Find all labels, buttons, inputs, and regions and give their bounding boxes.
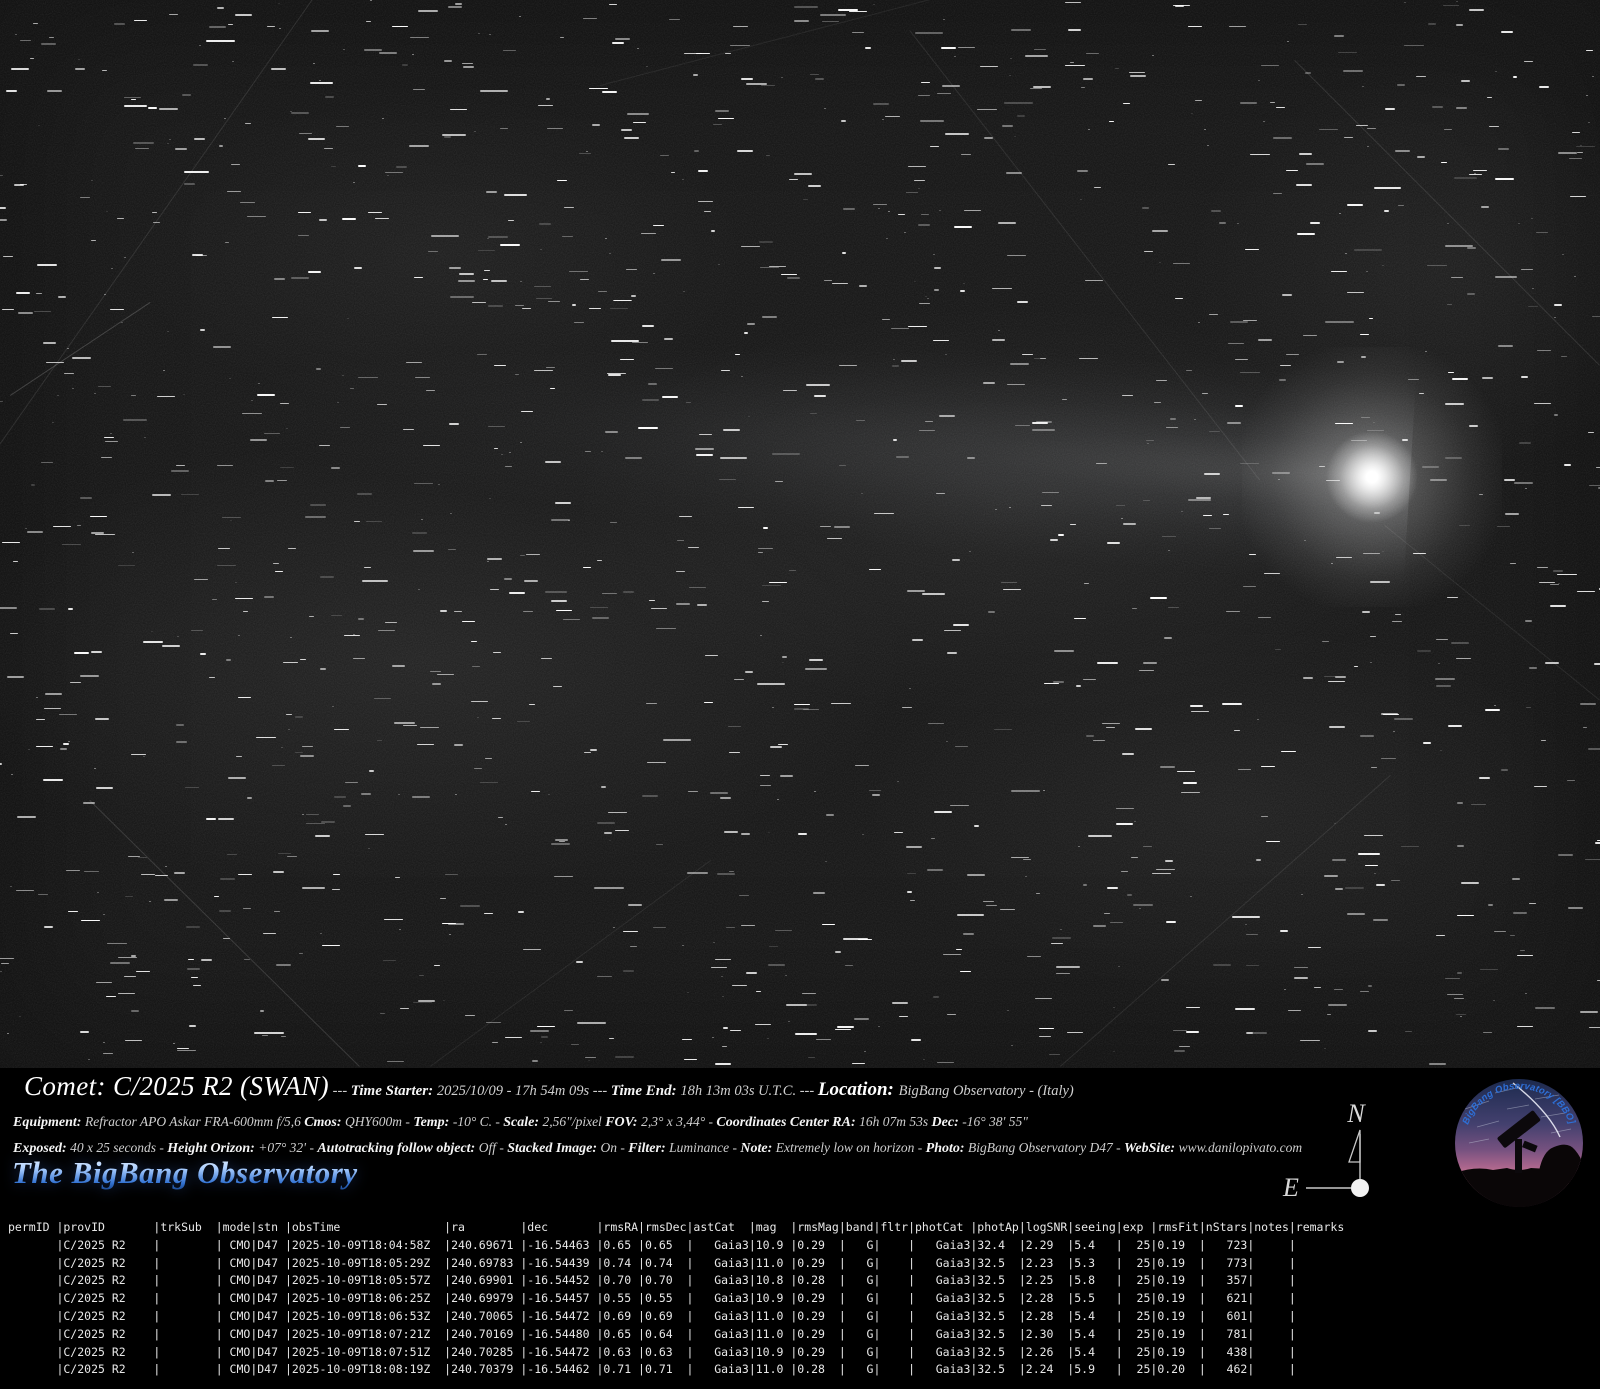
- caption-segment: +07° 32' -: [258, 1140, 317, 1155]
- table-row: |C/2025 R2 | | CMO|D47 |2025-10-09T18:07…: [8, 1344, 1344, 1362]
- caption-segment: Photo:: [926, 1141, 968, 1156]
- caption-segment: Comet: C/2025 R2 (SWAN): [24, 1071, 329, 1101]
- caption-segment: Refractor APO Askar FRA-600mm f/5,6: [85, 1114, 304, 1129]
- caption-segment: 2,56"/pixel: [543, 1114, 606, 1129]
- caption-segment: -10° C. -: [453, 1114, 503, 1129]
- caption-segment: 2025/10/09 - 17h 54m 09s: [437, 1083, 593, 1099]
- caption-segment: 2,3° x 3,44° -: [641, 1114, 716, 1129]
- table-row: |C/2025 R2 | | CMO|D47 |2025-10-09T18:05…: [8, 1272, 1344, 1290]
- caption-line-equipment: Equipment: Refractor APO Askar FRA-600mm…: [13, 1110, 1028, 1134]
- caption-segment: Off -: [479, 1140, 508, 1155]
- caption-segment: BigBang Observatory - (Italy): [899, 1083, 1074, 1099]
- caption-segment: Temp:: [413, 1115, 453, 1130]
- compass-east-label: E: [1282, 1173, 1299, 1202]
- caption-segment: 40 x 25 seconds -: [70, 1140, 167, 1155]
- caption-segment: ---: [593, 1083, 611, 1099]
- caption-segment: Stacked Image:: [507, 1141, 600, 1156]
- compass-rose: N E: [1250, 1088, 1390, 1206]
- caption-segment: Coordinates Center RA:: [716, 1115, 859, 1130]
- caption-segment: Filter:: [628, 1141, 669, 1156]
- caption-segment: Luminance -: [669, 1140, 740, 1155]
- caption-segment: On -: [601, 1140, 629, 1155]
- comet-core: [1327, 432, 1417, 522]
- caption-segment: QHY600m -: [345, 1114, 413, 1129]
- caption-segment: 18h 13m 03s U.T.C.: [680, 1083, 799, 1099]
- caption-segment: ---: [329, 1083, 351, 1099]
- caption-segment: Equipment:: [13, 1115, 85, 1130]
- table-row: |C/2025 R2 | | CMO|D47 |2025-10-09T18:06…: [8, 1290, 1344, 1308]
- caption-segment: Time End:: [611, 1083, 680, 1099]
- caption-segment: BigBang Observatory D47 -: [968, 1140, 1124, 1155]
- caption-segment: Exposed:: [13, 1141, 70, 1156]
- observatory-logo: BigBang Observatory [BBO] - D47: [1455, 1079, 1583, 1207]
- caption-segment: Height Orizon:: [167, 1141, 258, 1156]
- caption-segment: Extremely low on horizon -: [776, 1140, 926, 1155]
- table-header-row: permID |provID |trkSub |mode|stn |obsTim…: [8, 1219, 1344, 1237]
- caption-segment: 16h 07m 53s: [859, 1114, 931, 1129]
- caption-segment: Scale:: [503, 1115, 542, 1130]
- compass-arrow-icon: [1349, 1130, 1360, 1162]
- compass-north-label: N: [1346, 1099, 1366, 1128]
- table-row: |C/2025 R2 | | CMO|D47 |2025-10-09T18:06…: [8, 1308, 1344, 1326]
- starfield-image: [0, 0, 1600, 1068]
- caption-segment: WebSite:: [1124, 1141, 1179, 1156]
- astro-image-frame: Comet: C/2025 R2 (SWAN) --- Time Starter…: [0, 0, 1600, 1389]
- caption-segment: Note:: [740, 1141, 775, 1156]
- caption-line-title: Comet: C/2025 R2 (SWAN) --- Time Starter…: [24, 1068, 1074, 1104]
- astrometry-table: permID |provID |trkSub |mode|stn |obsTim…: [8, 1219, 1344, 1379]
- caption-segment: Cmos:: [304, 1115, 345, 1130]
- table-row: |C/2025 R2 | | CMO|D47 |2025-10-09T18:08…: [8, 1361, 1344, 1379]
- caption-segment: Time Starter:: [351, 1083, 437, 1099]
- caption-segment: Autotracking follow object:: [317, 1141, 478, 1156]
- caption-segment: Location:: [818, 1079, 899, 1100]
- table-row: |C/2025 R2 | | CMO|D47 |2025-10-09T18:05…: [8, 1255, 1344, 1273]
- caption-segment: Dec:: [932, 1115, 963, 1130]
- caption-segment: ---: [800, 1083, 818, 1099]
- table-row: |C/2025 R2 | | CMO|D47 |2025-10-09T18:07…: [8, 1326, 1344, 1344]
- caption-segment: FOV:: [605, 1115, 641, 1130]
- observatory-title: The BigBang Observatory: [12, 1155, 358, 1191]
- table-row: |C/2025 R2 | | CMO|D47 |2025-10-09T18:04…: [8, 1237, 1344, 1255]
- caption-segment: -16° 38' 55": [962, 1114, 1028, 1129]
- compass-hub-icon: [1351, 1179, 1369, 1197]
